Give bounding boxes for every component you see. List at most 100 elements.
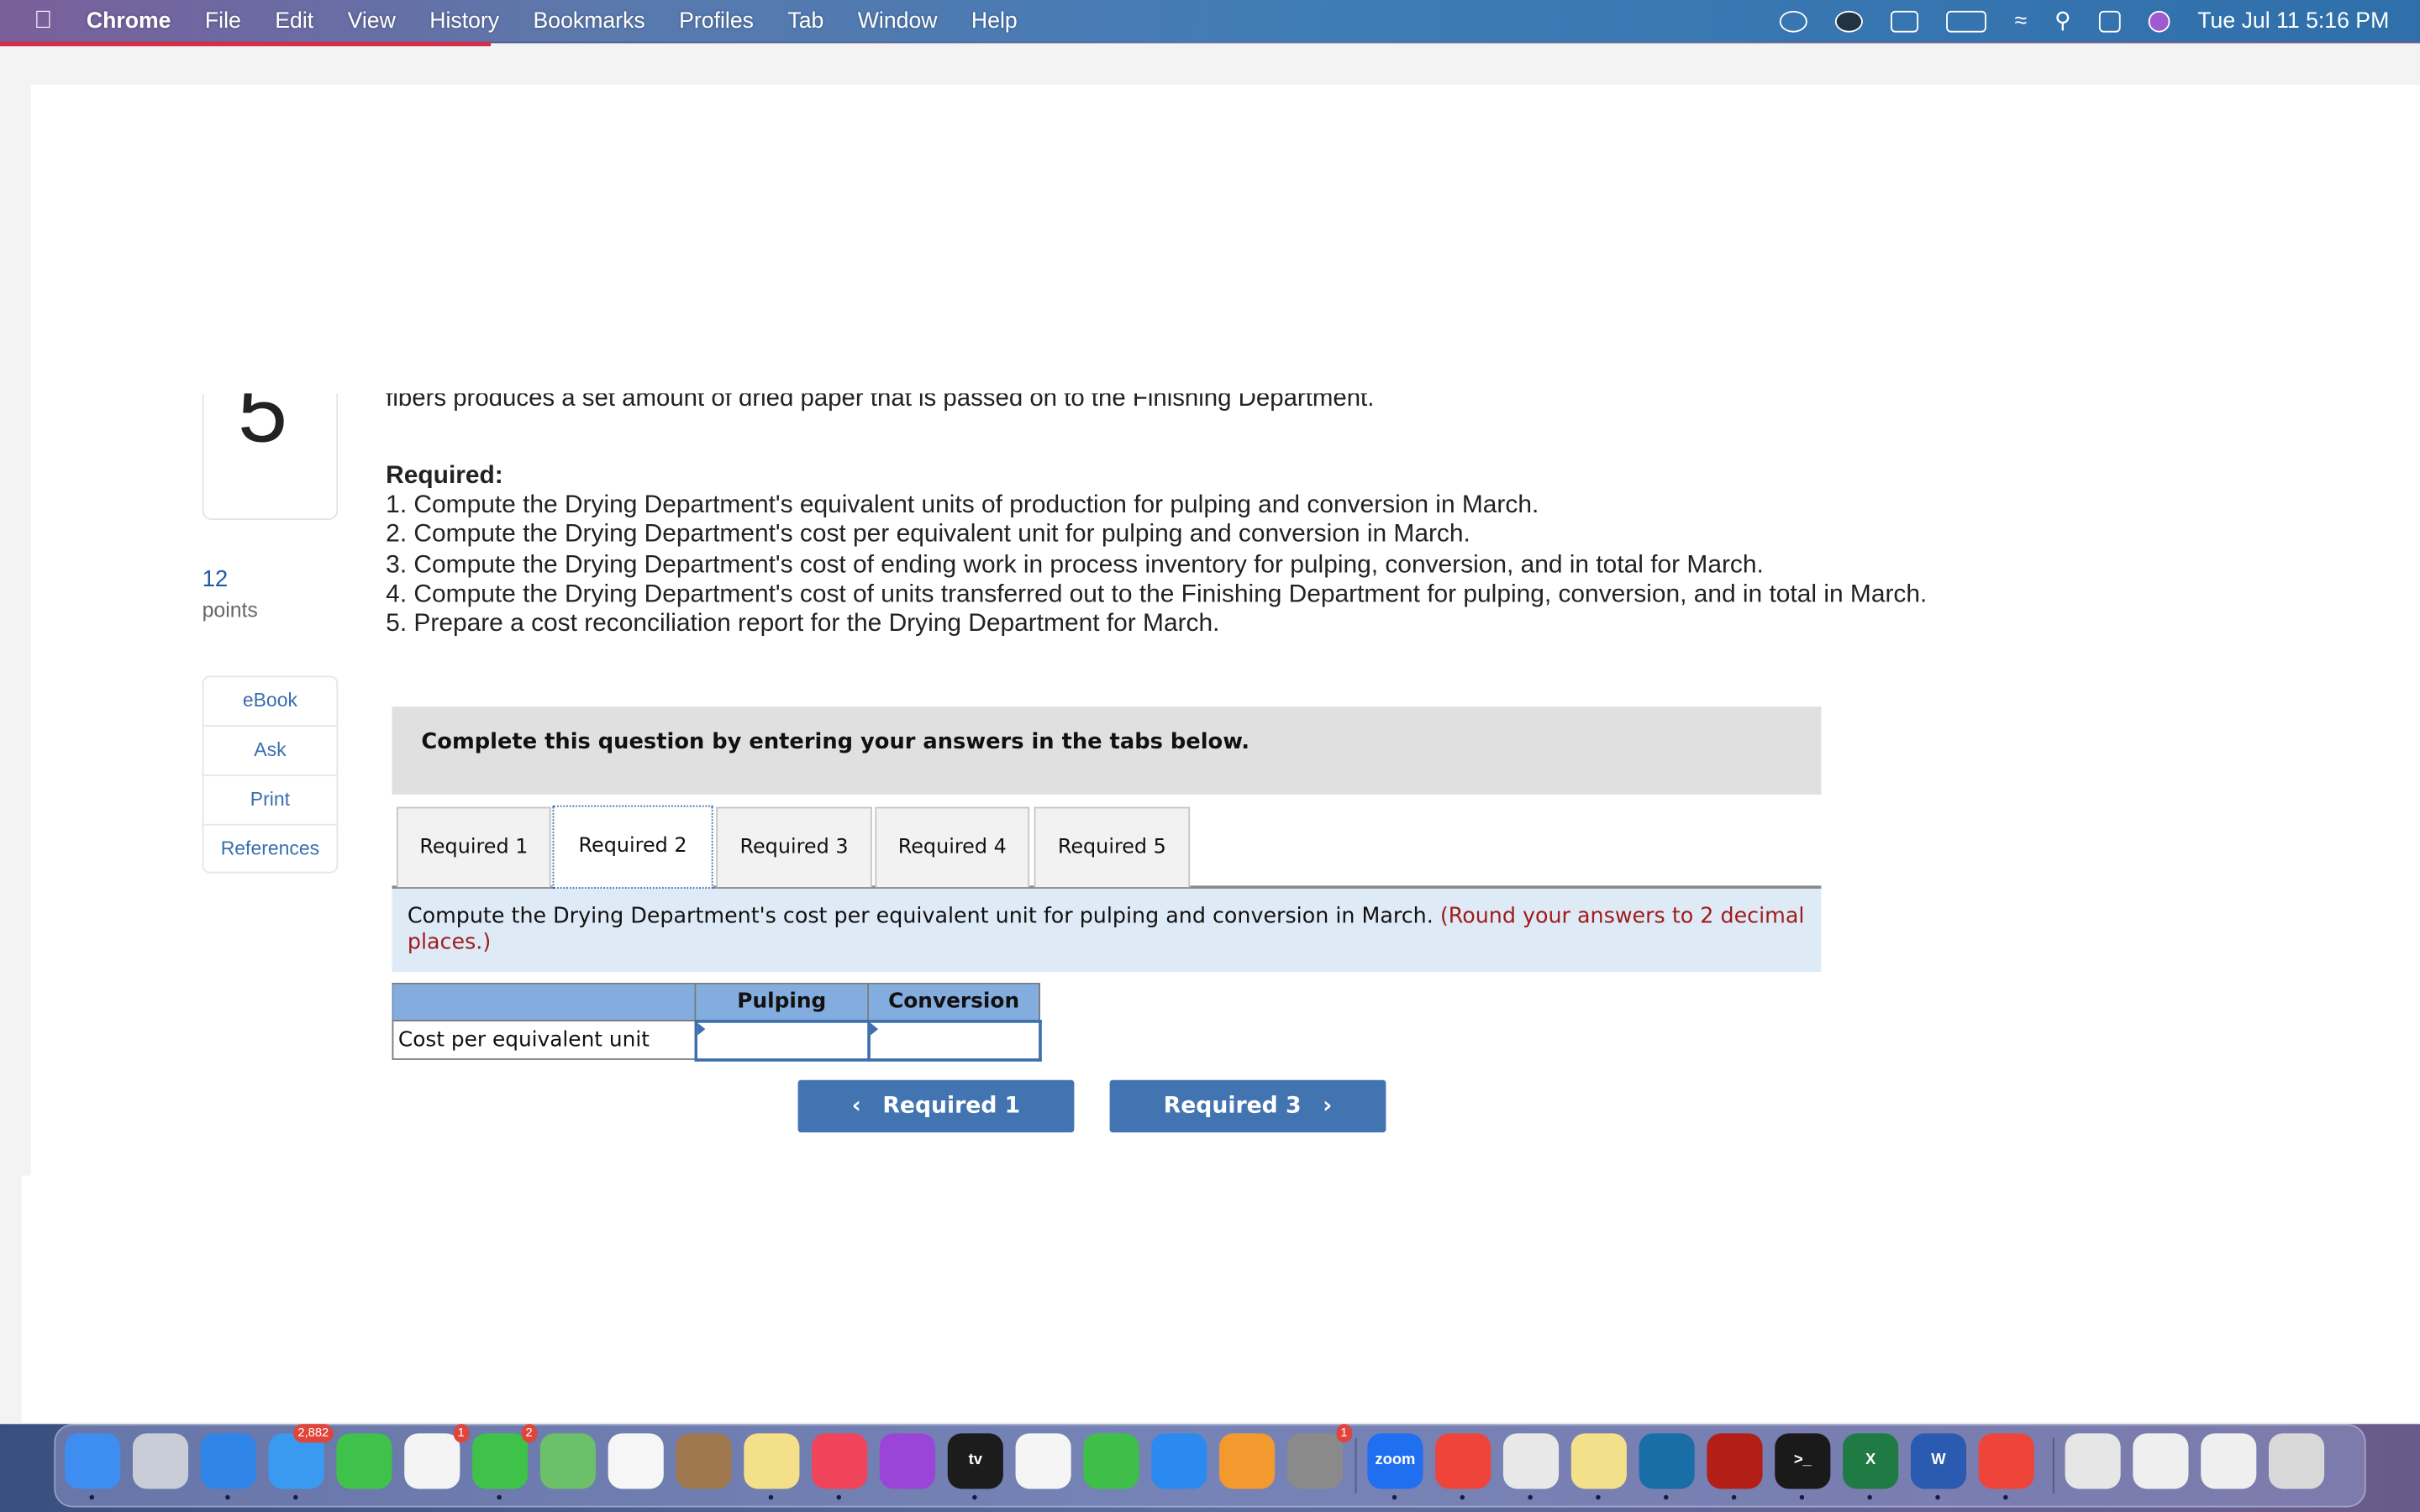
photos-icon[interactable]	[608, 1433, 664, 1489]
excel-icon[interactable]: X	[1843, 1433, 1899, 1489]
menu-history[interactable]: History	[429, 8, 499, 33]
clipped-question-text: fibers produces a set amount of dried pa…	[386, 393, 1929, 427]
menu-bookmarks[interactable]: Bookmarks	[534, 8, 645, 33]
menu-window[interactable]: Window	[858, 8, 938, 33]
dock-label: X	[1865, 1452, 1876, 1469]
header-blank	[392, 982, 697, 1021]
references-button[interactable]: References	[203, 826, 336, 875]
instructions-box: Complete this question by entering your …	[392, 706, 1822, 795]
menu-profiles[interactable]: Profiles	[679, 8, 754, 33]
launchpad-icon[interactable]	[132, 1433, 189, 1489]
notes-icon[interactable]	[744, 1433, 800, 1489]
menu-app-name[interactable]: Chrome	[87, 8, 171, 33]
dock: 2,882 1 2 tv 1 zoom >_ X W	[54, 1424, 2366, 1508]
menu-edit[interactable]: Edit	[275, 8, 313, 33]
acrobat-icon[interactable]	[1707, 1433, 1763, 1489]
tab-bar: Required 1 Required 2 Required 3 Require…	[392, 805, 1822, 889]
requirement-item: 4. Compute the Drying Department's cost …	[386, 580, 1928, 608]
ask-button[interactable]: Ask	[203, 727, 337, 776]
webex-icon[interactable]	[1639, 1433, 1695, 1489]
row-label: Cost per equivalent unit	[392, 1020, 697, 1060]
pages-icon[interactable]	[1219, 1433, 1276, 1489]
running-indicator	[1596, 1494, 1601, 1500]
tab-required-2[interactable]: Required 2	[552, 805, 713, 889]
trash-icon[interactable]	[2268, 1433, 2325, 1489]
browser-content: 5 fibers produces a set amount of dried …	[30, 85, 2420, 1176]
keynote-icon[interactable]	[1151, 1433, 1207, 1489]
prev-button[interactable]: ‹ Required 1	[797, 1079, 1075, 1133]
spotlight-search-icon[interactable]: ⚲	[2054, 8, 2071, 33]
numbers-icon[interactable]	[1083, 1433, 1139, 1489]
running-indicator	[972, 1494, 977, 1500]
anydesk-2-icon[interactable]	[1978, 1433, 2034, 1489]
menu-bar:  Chrome File Edit View History Bookmark…	[0, 0, 2420, 42]
anydesk-icon[interactable]	[1435, 1433, 1491, 1489]
ebook-button[interactable]: eBook	[203, 677, 337, 727]
running-indicator	[1460, 1494, 1465, 1500]
clock[interactable]: Tue Jul 11 5:16 PM	[2197, 8, 2389, 33]
control-center-icon[interactable]	[2098, 9, 2121, 32]
pulping-input[interactable]	[693, 1019, 870, 1061]
answer-table: Pulping Conversion Cost per equivalent u…	[392, 982, 1041, 1061]
downloads-stack-icon[interactable]	[2065, 1433, 2121, 1489]
table-header-row: Pulping Conversion	[392, 982, 1040, 1021]
dock-separator	[2052, 1437, 2054, 1494]
apple-tv-icon[interactable]: tv	[947, 1433, 1003, 1489]
menu-view[interactable]: View	[348, 8, 396, 33]
running-indicator	[1392, 1494, 1397, 1500]
safari-icon[interactable]	[200, 1433, 256, 1489]
zoom-icon[interactable]: zoom	[1367, 1433, 1423, 1489]
prompt-text: Compute the Drying Department's cost per…	[407, 904, 1434, 929]
running-indicator	[768, 1494, 774, 1500]
question-number-box: 5	[202, 393, 339, 520]
document-stack-icon[interactable]	[2133, 1433, 2189, 1489]
word-icon[interactable]: W	[1910, 1433, 1966, 1489]
tab-required-4[interactable]: Required 4	[875, 806, 1030, 888]
running-indicator	[1799, 1494, 1805, 1500]
running-indicator	[497, 1494, 502, 1500]
notification-badge: 2,882	[292, 1424, 334, 1443]
siri-icon[interactable]	[2148, 9, 2170, 32]
running-indicator	[1935, 1494, 1940, 1500]
tab-required-1[interactable]: Required 1	[397, 806, 551, 888]
messages-icon[interactable]: 2	[472, 1424, 538, 1489]
running-indicator	[292, 1494, 298, 1500]
question-number: 5	[237, 393, 288, 462]
next-button[interactable]: Required 3 ›	[1109, 1079, 1386, 1133]
header-conversion: Conversion	[867, 982, 1040, 1021]
tab-required-3[interactable]: Required 3	[716, 806, 872, 888]
document-stack-2-icon[interactable]	[2201, 1433, 2257, 1489]
reminders-icon[interactable]: 1	[404, 1424, 470, 1489]
menu-tab[interactable]: Tab	[787, 8, 823, 33]
menu-help[interactable]: Help	[971, 8, 1018, 33]
dock-label: W	[1931, 1452, 1946, 1469]
menu-file[interactable]: File	[205, 8, 241, 33]
dock-label: tv	[968, 1452, 982, 1469]
chrome-icon[interactable]	[1502, 1433, 1560, 1489]
creative-cloud-icon[interactable]	[1780, 9, 1808, 32]
notification-badge: 1	[1335, 1424, 1352, 1443]
stickies-icon[interactable]	[1570, 1433, 1627, 1489]
facetime-icon[interactable]	[336, 1433, 392, 1489]
mail-icon[interactable]: 2,882	[268, 1424, 334, 1489]
maps-icon[interactable]	[539, 1433, 596, 1489]
display-icon[interactable]	[1891, 9, 1919, 32]
apple-menu-icon[interactable]: 	[34, 7, 52, 34]
finder-icon[interactable]	[65, 1433, 121, 1489]
accent-line	[0, 41, 492, 47]
contacts-icon[interactable]	[676, 1433, 732, 1489]
table-row: Cost per equivalent unit	[392, 1019, 1041, 1061]
wifi-icon[interactable]: ≈	[2014, 8, 2027, 33]
news-icon[interactable]	[1015, 1433, 1071, 1489]
system-preferences-icon[interactable]: 1	[1286, 1424, 1352, 1489]
podcasts-icon[interactable]	[879, 1433, 936, 1489]
terminal-icon[interactable]: >_	[1775, 1433, 1831, 1489]
conversion-input[interactable]	[866, 1019, 1041, 1061]
dock-label: >_	[1793, 1452, 1812, 1469]
music-icon[interactable]	[812, 1433, 868, 1489]
battery-icon[interactable]	[1946, 9, 1987, 32]
tab-required-5[interactable]: Required 5	[1034, 806, 1191, 888]
status-app-icon[interactable]	[1835, 9, 1864, 32]
print-button[interactable]: Print	[203, 776, 337, 826]
question-tools: eBook Ask Print References	[202, 675, 339, 875]
